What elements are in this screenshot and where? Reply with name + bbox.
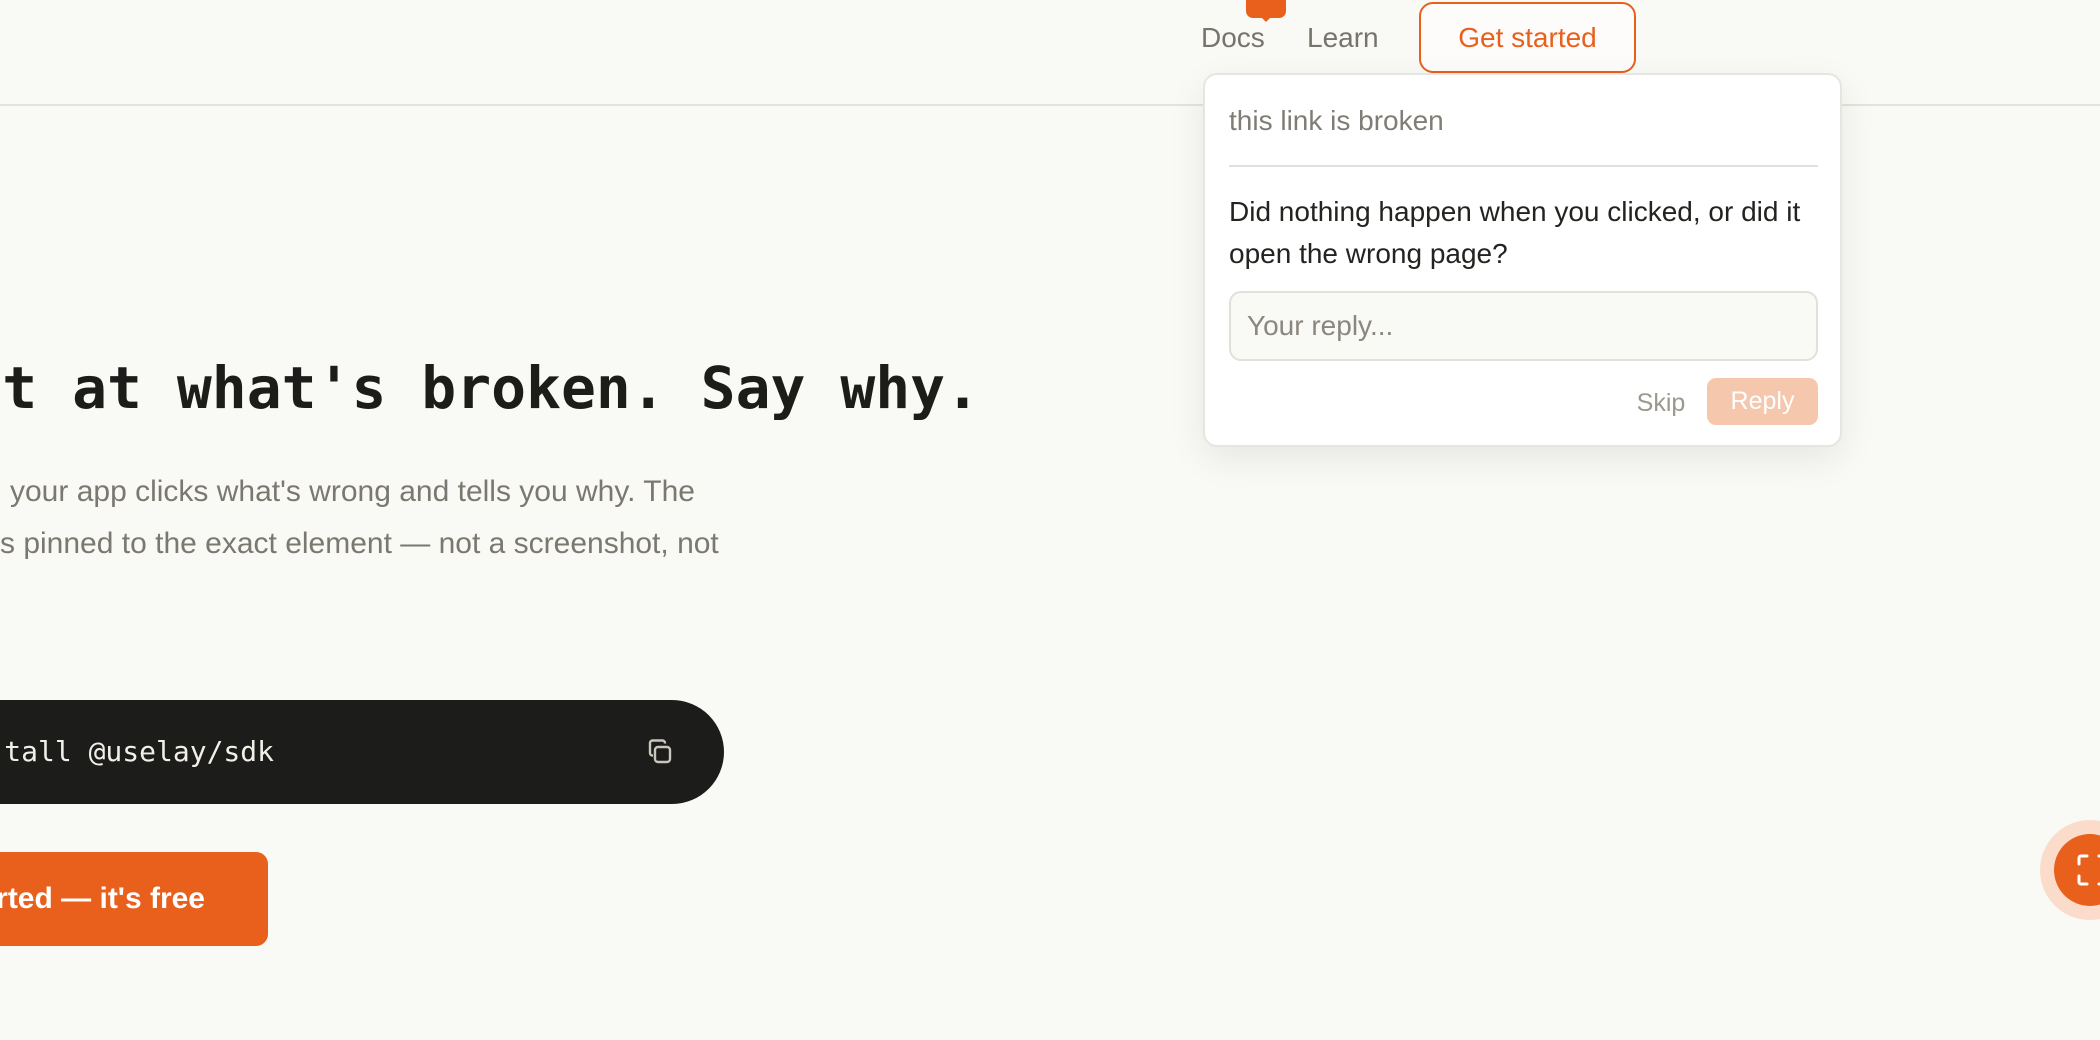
get-started-button[interactable]: Get started <box>1419 2 1636 73</box>
copy-icon[interactable] <box>646 738 674 766</box>
hero-subtitle: your app clicks what's wrong and tells y… <box>0 466 800 570</box>
reply-button[interactable]: Reply <box>1707 378 1818 425</box>
reply-input[interactable] <box>1229 291 1818 361</box>
hero-title: t at what's broken. Say why. <box>2 354 980 422</box>
hero-subtitle-line: s pinned to the exact element — not a sc… <box>0 527 719 560</box>
comment-marker-icon[interactable] <box>1246 0 1286 22</box>
nav-link-docs[interactable]: Docs <box>1201 18 1265 58</box>
feedback-popover: this link is broken Did nothing happen w… <box>1203 73 1842 447</box>
nav-link-learn[interactable]: Learn <box>1307 18 1379 58</box>
install-command-box: tall @uselay/sdk <box>0 700 724 804</box>
skip-button[interactable]: Skip <box>1617 381 1705 425</box>
install-command: tall @uselay/sdk <box>4 735 274 768</box>
hero-subtitle-line: your app clicks what's wrong and tells y… <box>10 475 695 508</box>
get-started-free-button[interactable]: arted — it's free <box>0 852 268 946</box>
select-region-icon <box>2077 854 2100 886</box>
feedback-comment: this link is broken <box>1229 105 1444 136</box>
popover-divider <box>1229 165 1818 167</box>
followup-question: Did nothing happen when you clicked, or … <box>1229 196 1801 269</box>
